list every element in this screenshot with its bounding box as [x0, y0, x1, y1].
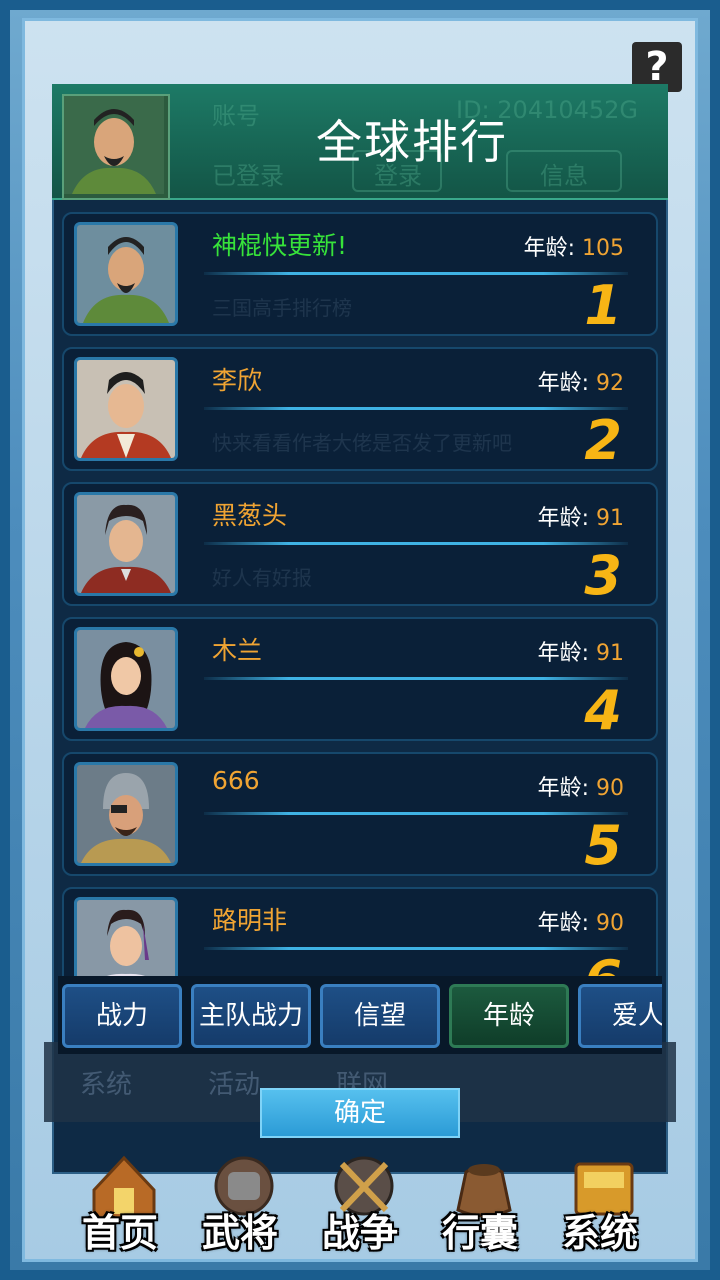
age-value: 90 [596, 911, 624, 936]
hero-portrait [74, 897, 178, 978]
age-field: 年龄: 105 [523, 236, 624, 261]
ghost-menu-item: 活动 [208, 1070, 261, 1100]
ranking-row[interactable]: 三国高手排行榜 神棍快更新! 年龄: 105 1 [62, 212, 658, 337]
ghost-text: 好人有好报 [212, 566, 312, 590]
nav-label: 首页 [81, 1211, 158, 1255]
nav-bag[interactable]: 行囊 [420, 1150, 540, 1260]
tab-power[interactable]: 战力 [62, 984, 182, 1048]
age-field: 年龄: 90 [537, 776, 624, 801]
tab-age[interactable]: 年龄 [449, 984, 569, 1048]
page-title: 全球排行 [316, 115, 508, 169]
rank-number: 2 [584, 409, 622, 472]
hero-portrait [74, 357, 178, 461]
rank-number: 5 [584, 814, 622, 877]
portrait-icon [77, 900, 175, 978]
confirm-button[interactable]: 确定 [260, 1088, 460, 1138]
rank-number: 1 [584, 274, 622, 337]
nav-system[interactable]: 系统 [540, 1150, 660, 1260]
ranking-list[interactable]: 三国高手排行榜 神棍快更新! 年龄: 105 1 快来看看作者大佬是否发了更新吧… [56, 206, 664, 978]
player-name: 木兰 [212, 636, 263, 665]
player-name: 李欣 [212, 366, 263, 395]
portrait-icon [77, 765, 175, 863]
player-name: 666 [212, 766, 260, 795]
nav-home[interactable]: 首页 [60, 1150, 180, 1260]
ranking-row[interactable]: 好人有好报 黑葱头 年龄: 91 3 [62, 482, 658, 607]
nav-war[interactable]: 战争 [300, 1150, 420, 1260]
age-field: 年龄: 91 [537, 641, 624, 666]
age-field: 年龄: 90 [537, 911, 624, 936]
ghost-menu-item: 系统 [80, 1070, 133, 1100]
row-divider [204, 407, 628, 410]
row-divider [204, 947, 628, 950]
hero-portrait [74, 627, 178, 731]
row-divider [204, 677, 628, 680]
hero-portrait [74, 492, 178, 596]
age-value: 92 [596, 371, 624, 396]
player-avatar[interactable] [62, 94, 170, 200]
age-field: 年龄: 91 [537, 506, 624, 531]
tab-spouse[interactable]: 爱人 [578, 984, 662, 1048]
row-divider [204, 812, 628, 815]
portrait-icon [77, 225, 175, 323]
ranking-row[interactable]: 快来看看作者大佬是否发了更新吧 李欣 年龄: 92 2 [62, 347, 658, 472]
tab-team-power[interactable]: 主队战力 [191, 984, 311, 1048]
nav-label: 武将 [201, 1211, 278, 1255]
age-value: 90 [596, 776, 624, 801]
ranking-row[interactable]: 路明非 年龄: 90 6 [62, 887, 658, 978]
row-divider [204, 272, 628, 275]
hero-portrait [74, 762, 178, 866]
ghost-text: 快来看看作者大佬是否发了更新吧 [212, 431, 512, 455]
age-value: 91 [596, 506, 624, 531]
age-value: 105 [582, 236, 624, 261]
ranking-row[interactable]: 木兰 年龄: 91 4 [62, 617, 658, 742]
nav-label: 行囊 [441, 1211, 518, 1255]
nav-generals[interactable]: 武将 [180, 1150, 300, 1260]
player-name: 神棍快更新! [212, 231, 348, 260]
portrait-icon [77, 630, 175, 728]
nav-label: 系统 [561, 1211, 638, 1255]
tab-prestige[interactable]: 信望 [320, 984, 440, 1048]
ranking-row[interactable]: 666 年龄: 90 5 [62, 752, 658, 877]
nav-label: 战争 [321, 1211, 398, 1255]
age-value: 91 [596, 641, 624, 666]
rank-number: 6 [584, 949, 622, 978]
rank-number: 3 [584, 544, 622, 607]
portrait-icon [64, 96, 164, 194]
player-name: 黑葱头 [212, 501, 288, 530]
age-field: 年龄: 92 [537, 371, 624, 396]
ghost-text: 三国高手排行榜 [212, 296, 352, 320]
player-name: 路明非 [212, 906, 288, 935]
row-divider [204, 542, 628, 545]
sort-tab-bar: 战力 主队战力 信望 年龄 爱人 [58, 976, 662, 1054]
portrait-icon [77, 495, 175, 593]
portrait-icon [77, 360, 175, 458]
rank-number: 4 [584, 679, 622, 742]
hero-portrait [74, 222, 178, 326]
